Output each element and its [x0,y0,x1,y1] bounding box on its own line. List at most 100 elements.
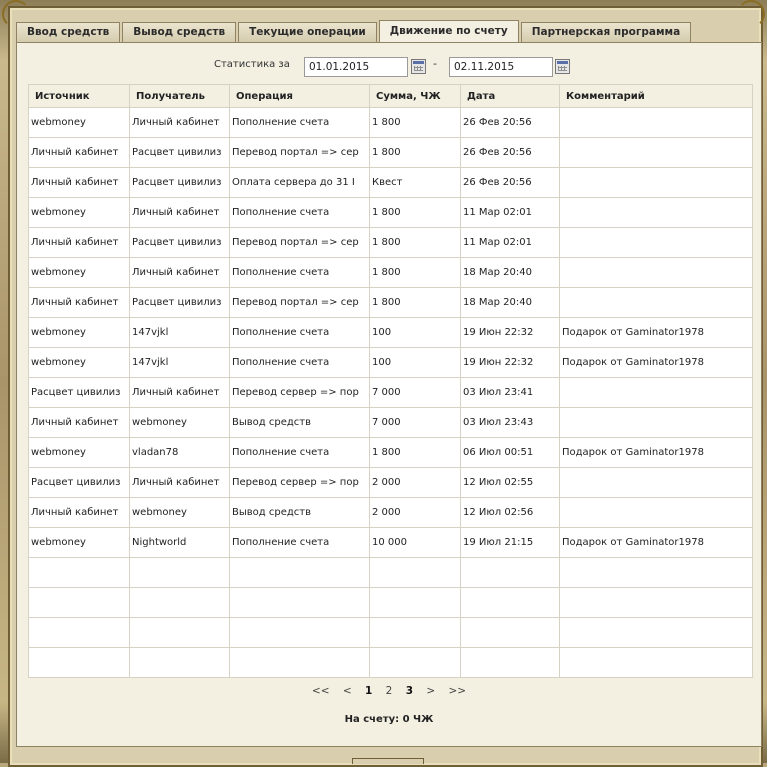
table-row: webmoney Личный кабинет Пополнение счета 1 … [28,257,753,288]
first-page-button[interactable]: << [312,685,330,697]
account-balance: На счету: 0 ЧЖ [344,714,434,725]
cell-source: Расцвет цивилиз [28,377,130,408]
table-row: Личный кабинет Расцвет цивилиз Оплата серв… [28,167,753,198]
cell-comment [559,557,753,588]
cell-operation: Перевод портал => сер [229,287,370,318]
cell-date: 19 Июл 21:15 [460,527,560,558]
cell-comment [559,407,753,438]
cell-date: 03 Июл 23:41 [460,377,560,408]
cell-operation: Перевод сервер => пор [229,467,370,498]
cell-source: webmoney [28,257,130,288]
cell-operation: Вывод средств [229,497,370,528]
cell-source: Личный кабинет [28,407,130,438]
cell-operation [229,617,370,648]
cell-date [460,587,560,618]
cell-operation: Пополнение счета [229,527,370,558]
table-row: Расцвет цивилиз Личный кабинет Перевод сер… [28,467,753,498]
cell-comment [559,197,753,228]
cell-amount: 100 [369,317,461,348]
cell-comment [559,497,753,528]
cell-operation [229,647,370,678]
date-to-input[interactable] [449,57,553,77]
cell-operation: Пополнение счета [229,257,370,288]
column-header-operation: Операция [229,84,370,108]
cell-amount: 1 800 [369,137,461,168]
cell-recipient: 147vjkl [129,347,230,378]
cell-source: Личный кабинет [28,497,130,528]
cell-operation: Перевод портал => сер [229,137,370,168]
table-row: webmoney vladan78 Пополнение счета 1 800 06 … [28,437,753,468]
cell-amount: 1 800 [369,257,461,288]
cell-date: 06 Июл 00:51 [460,437,560,468]
page-link-2[interactable]: 2 [386,685,393,697]
tab-account-movement[interactable]: Движение по счету [378,20,519,42]
cell-source: webmoney [28,527,130,558]
cell-amount [369,557,461,588]
cell-date: 26 Фев 20:56 [460,107,560,138]
cell-source: webmoney [28,347,130,378]
cell-recipient: Расцвет цивилиз [129,167,230,198]
calendar-icon[interactable] [555,59,570,74]
table-row: webmoney 147vjkl Пополнение счета 100 19 Июн… [28,317,753,348]
cell-amount [369,587,461,618]
cell-operation: Оплата сервера до 31 I [229,167,370,198]
cell-comment: Подарок от Gaminator1978 [559,527,753,558]
cell-recipient: Личный кабинет [129,197,230,228]
cell-comment [559,587,753,618]
cell-amount: 100 [369,347,461,378]
column-header-date: Дата [460,84,560,108]
cell-comment: Подарок от Gaminator1978 [559,347,753,378]
next-page-button[interactable]: > [426,685,435,697]
tab-withdraw[interactable]: Вывод средств [122,22,237,42]
date-separator: - [433,57,437,70]
calendar-icon[interactable] [411,59,426,74]
date-filter: Статистика за - [17,57,761,79]
cell-recipient: webmoney [129,497,230,528]
cell-operation [229,587,370,618]
cell-recipient: Расцвет цивилиз [129,227,230,258]
cell-operation: Пополнение счета [229,437,370,468]
cell-amount: 1 800 [369,107,461,138]
cell-date: 26 Фев 20:56 [460,137,560,168]
cell-amount: 2 000 [369,467,461,498]
cell-amount: 1 800 [369,197,461,228]
tab-current-operations[interactable]: Текущие операции [238,22,377,42]
cell-date: 12 Июл 02:55 [460,467,560,498]
cell-amount: 1 800 [369,227,461,258]
cell-source: Личный кабинет [28,137,130,168]
cell-recipient: webmoney [129,407,230,438]
frame-bottom-handle [352,758,424,764]
column-header-recipient: Получатель [129,84,230,108]
cell-amount [369,647,461,678]
cell-date [460,647,560,678]
cell-amount: 7 000 [369,377,461,408]
date-from-input[interactable] [304,57,408,77]
cell-date: 18 Мар 20:40 [460,287,560,318]
tab-bar: Ввод средств Вывод средств Текущие опера… [16,20,693,42]
cell-date: 18 Мар 20:40 [460,257,560,288]
cell-recipient: 147vjkl [129,317,230,348]
cell-amount: 1 800 [369,287,461,318]
last-page-button[interactable]: >> [449,685,467,697]
table-row: Личный кабинет Расцвет цивилиз Перевод пор… [28,137,753,168]
cell-recipient [129,617,230,648]
transactions-table: Источник Получатель Операция Сумма, ЧЖ Д… [28,84,753,678]
cell-operation: Пополнение счета [229,317,370,348]
page-link-1[interactable]: 1 [365,685,372,697]
cell-operation: Вывод средств [229,407,370,438]
prev-page-button[interactable]: < [343,685,352,697]
cell-source [28,587,130,618]
tab-deposit[interactable]: Ввод средств [16,22,121,42]
tab-partner-program[interactable]: Партнерская программа [520,22,692,42]
corner-ornament-icon [737,0,765,28]
cell-amount: 2 000 [369,497,461,528]
table-row: Расцвет цивилиз Личный кабинет Перевод сер… [28,377,753,408]
cell-date: 19 Июн 22:32 [460,347,560,378]
cell-recipient: vladan78 [129,437,230,468]
cell-source: webmoney [28,437,130,468]
table-row: webmoney Личный кабинет Пополнение счета 1 … [28,197,753,228]
cell-operation: Пополнение счета [229,197,370,228]
cell-date: 03 Июл 23:43 [460,407,560,438]
page-link-3[interactable]: 3 [406,685,413,697]
cell-recipient: Расцвет цивилиз [129,287,230,318]
